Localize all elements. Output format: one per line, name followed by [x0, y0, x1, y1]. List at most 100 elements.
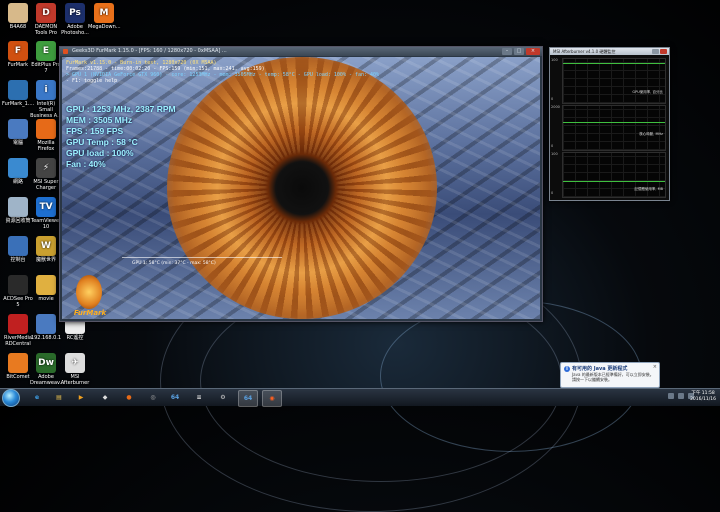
stat-load: GPU load : 100%: [66, 148, 134, 158]
furmark-task-active[interactable]: ◉: [262, 390, 282, 407]
desktop-shortcut[interactable]: movie: [30, 275, 62, 302]
info-icon: i: [564, 366, 570, 372]
photoshop-icon: Ps: [65, 3, 85, 23]
furmark-osd: FurMark v1.15.0 - Burn-in test, 1280x720…: [66, 60, 379, 84]
desktop-shortcut-label: RC遙控: [66, 335, 84, 341]
recycle-bin-icon: [8, 197, 28, 217]
app-task-2[interactable]: ⚙: [214, 390, 232, 405]
desktop-shortcut-label: MSI Super Charger: [33, 179, 59, 191]
core-clock-label: 核心時脈, MHz: [639, 132, 663, 136]
furmark-titlebar[interactable]: Geeks3D FurMark 1.15.0 - [FPS: 160 / 128…: [60, 47, 542, 56]
core-clock-graph: 核心時脈, MHz: [562, 105, 666, 151]
desktop-shortcut[interactable]: TV TeamViewer 10: [30, 197, 62, 230]
megadownload-icon: M: [94, 3, 114, 23]
notification-body[interactable]: Java 的最新版本已經準備好，可以立即安裝。請按一下以繼續安裝。: [572, 372, 656, 382]
taskbar: e ▤ ▶ ◆ ● ◎ 64 ≡ ⚙ 64 ◉ 下午 11:58 2016/11/16: [0, 388, 720, 407]
desktop-shortcut[interactable]: M MegaDown...: [88, 3, 121, 30]
desktop-shortcut-label: 魔獸世界: [35, 257, 56, 263]
gpu-z-task-2[interactable]: 64: [238, 390, 258, 407]
memory-usage-axis-bottom: 0: [551, 191, 554, 195]
memory-usage-axis-top: 100: [551, 152, 558, 156]
desktop-shortcut-label: MegaDown...: [88, 24, 121, 30]
furmark-render-canvas[interactable]: FurMark v1.15.0 - Burn-in test, 1280x720…: [62, 57, 540, 319]
gpu-usage-graph: GPU使用率, 百分比: [562, 58, 666, 104]
media-task[interactable]: ▶: [72, 390, 90, 405]
desktop-shortcut-label: 192.168.0.1: [30, 335, 62, 341]
furmark-logo-text: FurMark: [73, 309, 107, 317]
daemon-tools-icon: D: [36, 3, 56, 23]
gpu-usage-axis-bottom: 0: [551, 97, 554, 101]
stat-mem: MEM : 3505 MHz: [66, 115, 133, 125]
afterburner-close-button[interactable]: [660, 49, 667, 54]
b4a68-icon: [8, 3, 28, 23]
maximize-button[interactable]: □: [514, 48, 524, 55]
desktop-shortcut-label: Adobe Photosho...: [61, 24, 89, 36]
desktop-shortcut[interactable]: D DAEMON Tools Pro: [30, 3, 62, 36]
osd-help-line: - F1: toggle help: [66, 78, 118, 84]
close-button[interactable]: ×: [526, 48, 540, 55]
desktop-shortcut-label: MSI Afterburner: [60, 374, 90, 386]
furmark-window[interactable]: Geeks3D FurMark 1.15.0 - [FPS: 160 / 128…: [59, 46, 543, 322]
furmark-desktop-icon: F: [8, 41, 28, 61]
memory-usage-label: 記憶體使用率, MB: [634, 187, 663, 191]
desktop-shortcut[interactable]: E EditPlus Pro 7: [30, 41, 62, 74]
desktop-shortcut[interactable]: Dw Adobe Dreamweav...: [30, 353, 64, 386]
memory-usage-graph: 記憶體使用率, MB: [562, 152, 666, 198]
gpu-z-task[interactable]: 64: [166, 390, 184, 405]
afterburner-desktop-icon: ✈: [65, 353, 85, 373]
editplus-icon: E: [36, 41, 56, 61]
furmark-app-icon: [63, 49, 68, 54]
stat-gpu: GPU : 1253 MHz, 2387 RPM: [66, 104, 176, 114]
notification-title: 有可用的 Java 更新程式: [572, 366, 628, 372]
gpu-usage-line: [563, 63, 665, 64]
afterburner-window-controls: [652, 49, 667, 54]
desktop-shortcut-label: movie: [38, 296, 54, 302]
desktop-shortcut[interactable]: Mozilla Firefox: [30, 119, 62, 152]
furmark-logo: FurMark: [68, 273, 112, 317]
java-update-notification[interactable]: i 有可用的 Java 更新程式 Java 的最新版本已經準備好，可以立即安裝。…: [560, 362, 660, 388]
ie-task[interactable]: e: [28, 390, 46, 405]
stat-temp: GPU Temp : 58 °C: [66, 137, 138, 147]
clock-date: 2016/11/16: [690, 397, 716, 402]
desktop-shortcut[interactable]: Ps Adobe Photosho...: [59, 3, 91, 36]
desktop-shortcut-label: Intel(R) Small Business A...: [30, 101, 62, 119]
tray-network-icon[interactable]: [678, 393, 684, 399]
furmark-window-title: Geeks3D FurMark 1.15.0 - [FPS: 160 / 128…: [72, 48, 227, 54]
desktop-shortcut[interactable]: 192.168.0.1: [30, 314, 62, 341]
minimize-button[interactable]: –: [502, 48, 512, 55]
explorer-task[interactable]: ▤: [50, 390, 68, 405]
gpu-usage-label: GPU使用率, 百分比: [632, 90, 663, 94]
notification-close-icon[interactable]: ×: [653, 364, 657, 370]
desktop-shortcut-label: DAEMON Tools Pro: [34, 24, 58, 36]
wow-icon: W: [36, 236, 56, 256]
bitcomet-icon: [8, 353, 28, 373]
core-clock-axis-top: 2000: [551, 105, 560, 109]
desktop-shortcut[interactable]: W 魔獸世界: [30, 236, 62, 263]
desktop-shortcut[interactable]: i Intel(R) Small Business A...: [30, 80, 62, 119]
furmark-folder-icon: [8, 80, 28, 100]
tray-flag-icon[interactable]: [668, 393, 674, 399]
stat-fps: FPS : 159 FPS: [66, 126, 124, 136]
core-clock-axis-bottom: 0: [551, 144, 554, 148]
ip-shortcut-icon: [36, 314, 56, 334]
desktop-shortcut[interactable]: ⚡ MSI Super Charger: [30, 158, 62, 191]
desktop-shortcut[interactable]: ✈ MSI Afterburner: [59, 353, 91, 386]
dreamweaver-icon: Dw: [36, 353, 56, 373]
afterburner-minimize-button[interactable]: [652, 49, 659, 54]
msi-super-charger-icon: ⚡: [36, 158, 56, 178]
furmark-task-1[interactable]: ◆: [96, 390, 114, 405]
afterburner-titlebar[interactable]: MSI Afterburner v4.1.0 硬體監控: [550, 48, 669, 55]
firefox-task[interactable]: ●: [120, 390, 138, 405]
furmark-logo-ring: [76, 275, 102, 309]
desktop-shortcut-label: TeamViewer 10: [30, 218, 62, 230]
steam-task[interactable]: ◎: [144, 390, 162, 405]
control-panel-icon: [8, 236, 28, 256]
intel-sba-icon: i: [36, 80, 56, 100]
core-clock-line: [563, 122, 665, 123]
gpu-temp-graph-label: GPU 1: 58°C (min: 37°C - max: 58°C): [132, 261, 216, 266]
desktop-shortcut-label: Mozilla Firefox: [37, 140, 55, 152]
app-task-1[interactable]: ≡: [190, 390, 208, 405]
start-button[interactable]: [2, 389, 20, 407]
afterburner-monitor-window[interactable]: MSI Afterburner v4.1.0 硬體監控 GPU使用率, 百分比 …: [549, 47, 670, 201]
taskbar-clock[interactable]: 下午 11:58 2016/11/16: [690, 391, 716, 403]
